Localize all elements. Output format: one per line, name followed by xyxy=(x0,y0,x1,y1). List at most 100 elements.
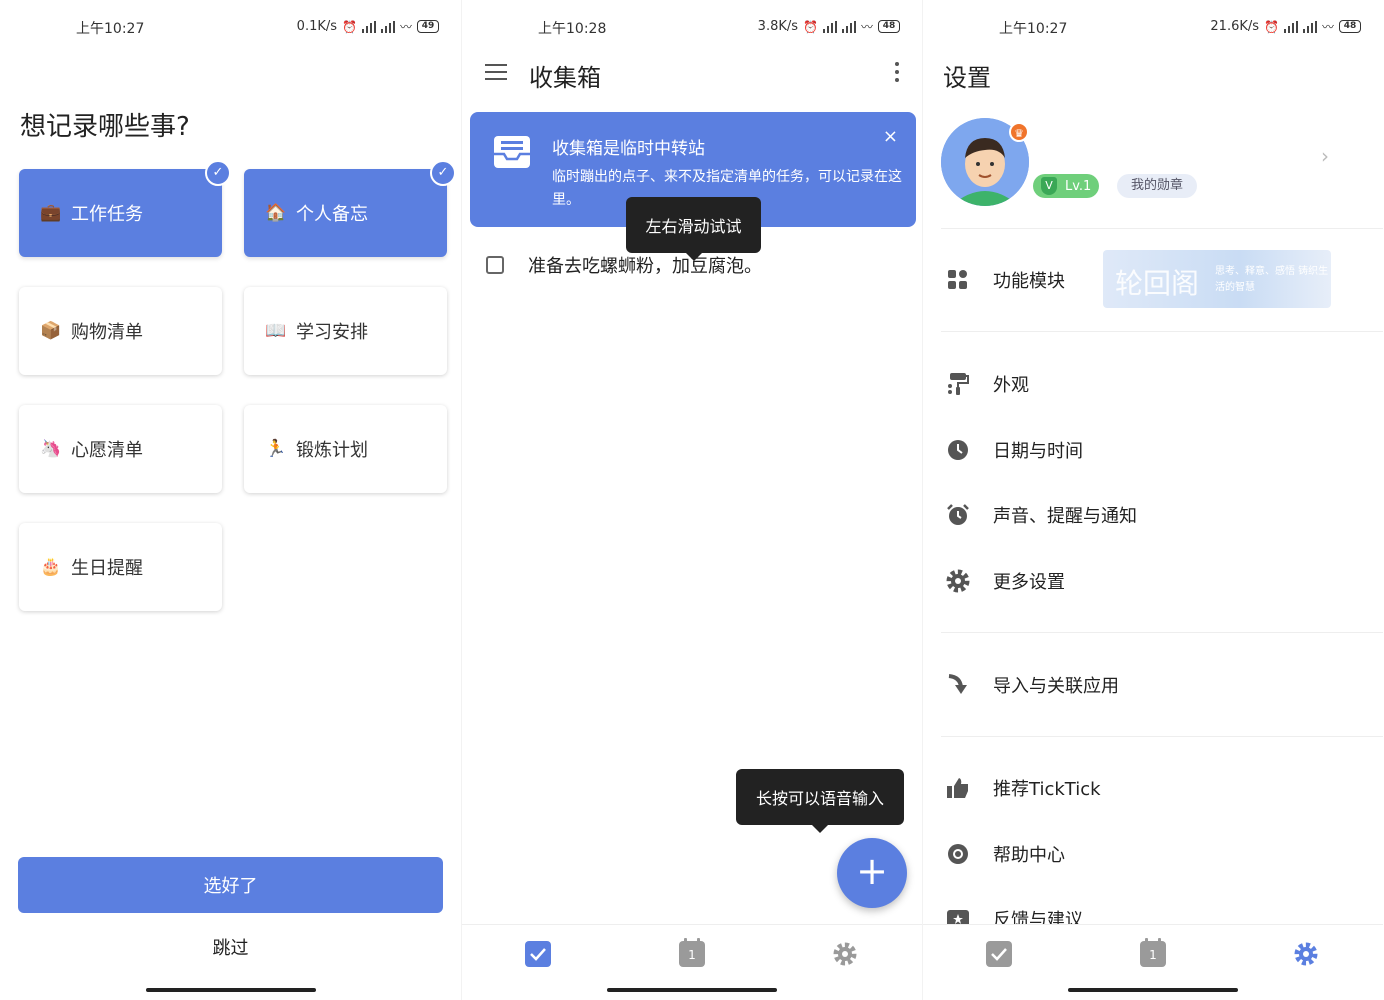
task-title: 准备去吃螺蛳粉，加豆腐泡。 xyxy=(528,256,762,277)
battery-icon: 48 xyxy=(1339,20,1361,33)
paint-roller-icon xyxy=(945,371,971,397)
more-options-icon[interactable] xyxy=(894,62,900,84)
crown-icon: ♛ xyxy=(1009,122,1029,142)
settings-item-label: 帮助中心 xyxy=(993,845,1065,866)
task-item[interactable]: 准备去吃螺蛳粉，加豆腐泡。 xyxy=(486,252,762,278)
category-card-wishlist[interactable]: 🦄 心愿清单 xyxy=(19,405,222,493)
category-label: 生日提醒 xyxy=(71,558,143,579)
category-card-birthday[interactable]: 🎂 生日提醒 xyxy=(19,523,222,611)
category-card-study[interactable]: 📖 学习安排 xyxy=(244,287,447,375)
signal-icon xyxy=(822,20,837,33)
tab-tasks[interactable] xyxy=(525,941,551,967)
tab-calendar[interactable]: 1 xyxy=(679,938,705,967)
category-card-shopping[interactable]: 📦 购物清单 xyxy=(19,287,222,375)
settings-item-label: 导入与关联应用 xyxy=(993,676,1119,697)
feedback-icon xyxy=(945,906,971,924)
network-speed: 3.8K/s xyxy=(757,19,799,34)
skip-link[interactable]: 跳过 xyxy=(0,934,461,960)
page-title: 收集箱 xyxy=(529,64,601,92)
settings-item-label: 外观 xyxy=(993,375,1029,396)
settings-item-datetime[interactable]: 日期与时间 xyxy=(945,437,1083,463)
category-label: 心愿清单 xyxy=(71,440,143,461)
category-card-work[interactable]: 💼 工作任务 ✓ xyxy=(19,160,231,257)
network-speed: 0.1K/s xyxy=(296,19,338,34)
cake-icon: 🎂 xyxy=(40,557,62,577)
signal-icon xyxy=(361,20,376,33)
home-indicator[interactable] xyxy=(607,988,777,992)
level-badge[interactable]: V Lv.1 xyxy=(1033,174,1099,198)
chevron-right-icon[interactable]: › xyxy=(1321,144,1329,168)
close-icon[interactable]: × xyxy=(883,126,898,147)
wifi-icon: 〰 xyxy=(860,20,873,34)
settings-item-feedback[interactable]: 反馈与建议 xyxy=(945,906,1083,924)
tab-settings[interactable] xyxy=(832,941,858,967)
tab-settings[interactable] xyxy=(1293,941,1319,967)
task-checkbox[interactable] xyxy=(486,256,504,274)
package-icon: 📦 xyxy=(40,321,62,341)
lifebuoy-icon xyxy=(945,841,971,867)
shield-icon: V xyxy=(1041,177,1057,195)
wifi-icon: 〰 xyxy=(1321,20,1334,34)
briefcase-icon: 💼 xyxy=(40,203,62,223)
add-task-button[interactable]: + xyxy=(837,838,907,908)
page-title: 设置 xyxy=(943,64,991,92)
settings-item-import[interactable]: 导入与关联应用 xyxy=(945,672,1119,698)
status-time: 上午10:27 xyxy=(76,21,145,37)
divider xyxy=(941,228,1383,229)
bottom-tab-bar: 1 xyxy=(462,924,922,980)
alarm-status-icon: ⏰ xyxy=(342,19,357,34)
grid-icon xyxy=(945,267,971,293)
house-icon: 🏠 xyxy=(265,203,287,223)
signal-icon xyxy=(841,20,856,33)
category-label: 工作任务 xyxy=(71,204,143,225)
settings-item-modules[interactable]: 功能模块 xyxy=(945,267,1065,293)
home-indicator[interactable] xyxy=(145,988,316,992)
divider xyxy=(941,331,1383,332)
settings-item-notifications[interactable]: 声音、提醒与通知 xyxy=(945,502,1137,528)
signal-icon xyxy=(1283,20,1298,33)
swipe-tooltip: 左右滑动试试 xyxy=(626,197,761,261)
ad-banner-title: 轮回阁 xyxy=(1115,267,1200,300)
settings-item-help[interactable]: 帮助中心 xyxy=(945,841,1065,867)
category-label: 个人备忘 xyxy=(296,204,368,225)
settings-screen: 上午10:27 21.6K/s ⏰ 〰 48 设置 ♛ V Lv.1 我的勋章 … xyxy=(922,0,1383,1000)
status-time: 上午10:28 xyxy=(538,21,607,37)
settings-item-label: 功能模块 xyxy=(993,271,1065,292)
check-icon: ✓ xyxy=(430,160,456,186)
settings-item-appearance[interactable]: 外观 xyxy=(945,371,1029,397)
battery-icon: 48 xyxy=(878,20,900,33)
onboarding-screen: 上午10:27 0.1K/s ⏰ 〰 49 想记录哪些事? 💼 工作任务 ✓ 🏠… xyxy=(0,0,461,1000)
status-bar: 上午10:28 3.8K/s ⏰ 〰 48 xyxy=(462,16,922,38)
settings-item-more[interactable]: 更多设置 xyxy=(945,568,1065,594)
tab-calendar[interactable]: 1 xyxy=(1140,938,1166,967)
runner-icon: 🏃 xyxy=(265,439,287,459)
gear-icon xyxy=(833,942,857,966)
wifi-icon: 〰 xyxy=(399,20,412,34)
battery-icon: 49 xyxy=(417,20,439,33)
status-bar: 上午10:27 0.1K/s ⏰ 〰 49 xyxy=(0,16,461,38)
signal-icon xyxy=(1302,20,1317,33)
category-label: 锻炼计划 xyxy=(296,440,368,461)
settings-item-label: 反馈与建议 xyxy=(993,910,1083,924)
tab-tasks[interactable] xyxy=(986,941,1012,967)
status-time: 上午10:27 xyxy=(999,21,1068,37)
confirm-button[interactable]: 选好了 xyxy=(18,857,443,913)
bottom-tab-bar: 1 xyxy=(923,924,1383,980)
unicorn-icon: 🦄 xyxy=(40,439,62,459)
category-label: 购物清单 xyxy=(71,322,143,343)
category-card-exercise[interactable]: 🏃 锻炼计划 xyxy=(244,405,447,493)
alarm-status-icon: ⏰ xyxy=(1264,19,1279,34)
inbox-screen: 上午10:28 3.8K/s ⏰ 〰 48 收集箱 收集箱是临时中转站 临时蹦出… xyxy=(461,0,922,1000)
level-label: Lv.1 xyxy=(1065,178,1092,194)
menu-icon[interactable] xyxy=(485,64,507,80)
inbox-tray-icon xyxy=(494,136,530,168)
settings-item-label: 更多设置 xyxy=(993,572,1065,593)
home-indicator[interactable] xyxy=(1068,988,1238,992)
medals-button[interactable]: 我的勋章 xyxy=(1117,174,1197,198)
clock-icon xyxy=(945,437,971,463)
category-card-personal[interactable]: 🏠 个人备忘 ✓ xyxy=(244,160,456,257)
category-label: 学习安排 xyxy=(296,322,368,343)
ad-banner[interactable]: 轮回阁 思考、释意、感悟 铸织生活的智慧 xyxy=(1103,250,1331,308)
voice-input-tooltip: 长按可以语音输入 xyxy=(736,769,904,833)
settings-item-recommend[interactable]: 推荐TickTick xyxy=(945,775,1101,801)
